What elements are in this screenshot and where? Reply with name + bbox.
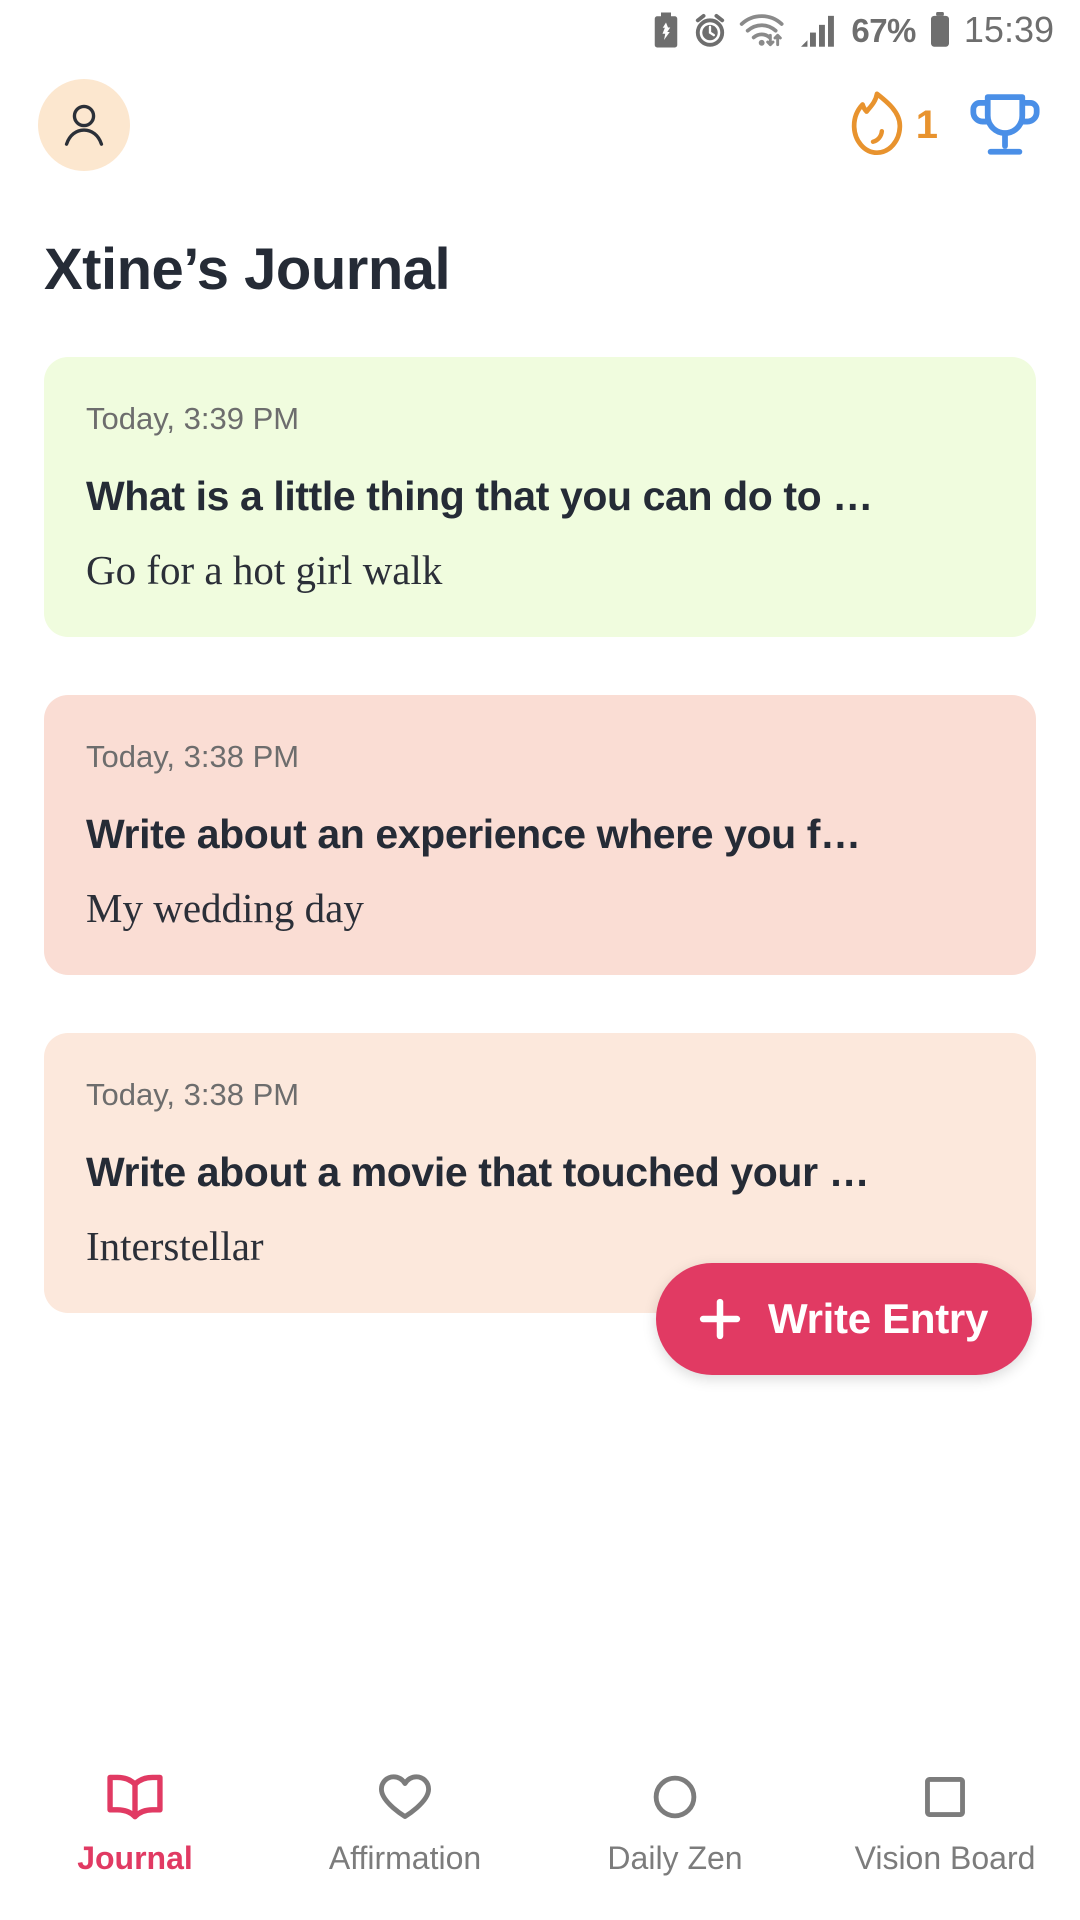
trophy-icon — [970, 93, 1040, 155]
person-icon — [64, 104, 104, 146]
page-title: Xtine’s Journal — [44, 237, 451, 302]
square-icon — [925, 1777, 965, 1817]
nav-item-daily-zen[interactable]: Daily Zen — [540, 1768, 810, 1874]
top-bar-actions: 1 — [846, 87, 1044, 164]
open-book-icon — [107, 1774, 163, 1820]
trophy-button[interactable] — [966, 87, 1044, 164]
journal-entry-list: Today, 3:39 PM What is a little thing th… — [0, 303, 1080, 1313]
journal-entry-card[interactable]: Today, 3:38 PM Write about an experience… — [44, 695, 1036, 975]
entry-timestamp: Today, 3:38 PM — [86, 739, 300, 774]
write-entry-label: Write Entry — [768, 1295, 988, 1342]
signal-icon — [799, 12, 839, 48]
nav-item-journal[interactable]: Journal — [0, 1768, 270, 1874]
entry-prompt: Write about a movie that touched your … — [86, 1150, 870, 1195]
nav-label-affirmation: Affirmation — [328, 1840, 482, 1876]
streak-indicator[interactable]: 1 — [846, 89, 938, 161]
nav-item-affirmation[interactable]: Affirmation — [270, 1768, 540, 1874]
entry-answer: Go for a hot girl walk — [86, 546, 443, 593]
entry-timestamp: Today, 3:39 PM — [86, 401, 300, 436]
battery-percent-label: 67% — [851, 11, 916, 49]
write-entry-button[interactable]: Write Entry — [656, 1263, 1032, 1375]
battery-saver-icon — [651, 12, 681, 48]
nav-label-journal: Journal — [77, 1840, 193, 1876]
entry-timestamp: Today, 3:38 PM — [86, 1077, 300, 1112]
nav-label-daily-zen: Daily Zen — [607, 1840, 743, 1876]
nav-label-vision-board: Vision Board — [854, 1840, 1036, 1876]
battery-icon — [928, 12, 952, 48]
entry-prompt: What is a little thing that you can do t… — [86, 474, 873, 519]
entry-answer: My wedding day — [86, 884, 364, 931]
bottom-navigation: Journal Affirmation Daily Zen Vision Boa… — [0, 1750, 1080, 1920]
nav-item-vision-board[interactable]: Vision Board — [810, 1768, 1080, 1874]
entry-prompt: Write about an experience where you f… — [86, 812, 861, 857]
status-bar: 67% 15:39 — [0, 0, 1080, 60]
streak-count-label: 1 — [915, 103, 938, 147]
plus-icon — [699, 1298, 741, 1340]
circle-icon — [653, 1775, 697, 1819]
profile-avatar[interactable] — [38, 79, 130, 171]
alarm-icon — [693, 12, 727, 48]
flame-icon — [851, 91, 902, 156]
wifi-icon — [739, 11, 787, 49]
heart-icon — [378, 1774, 432, 1819]
journal-entry-card[interactable]: Today, 3:39 PM What is a little thing th… — [44, 357, 1036, 637]
app-top-bar: 1 — [0, 60, 1080, 190]
fab-row: Write Entry — [0, 1263, 1080, 1375]
clock-label: 15:39 — [963, 9, 1054, 50]
